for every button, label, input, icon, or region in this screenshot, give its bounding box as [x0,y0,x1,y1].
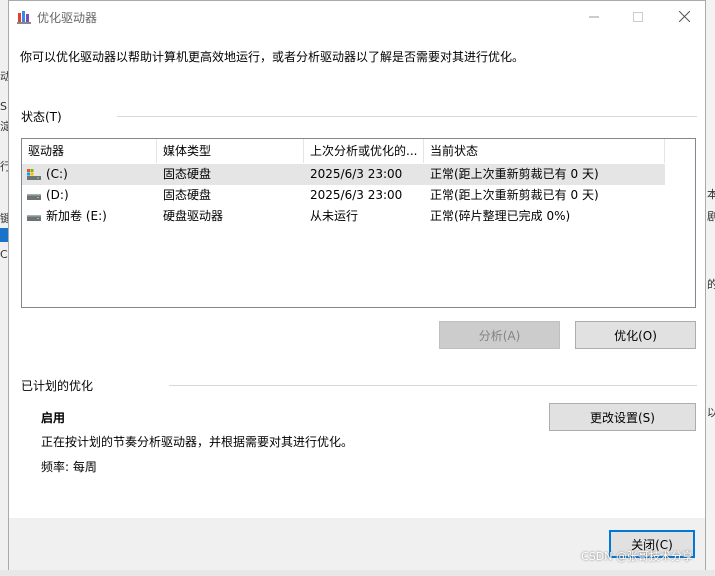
media-type: 硬盘驱动器 [163,209,224,223]
scheduled-section-label: 已计划的优化 [21,379,94,393]
close-icon [678,11,690,22]
schedule-info-text: 正在按计划的节奏分析驱动器，并根据需要对其进行优化。 [41,435,354,449]
media-type: 固态硬盘 [163,188,212,202]
change-settings-button[interactable]: 更改设置(S) [549,403,696,431]
title-bar[interactable]: 优化驱动器 [9,1,705,32]
window-title: 优化驱动器 [37,11,98,25]
table-row[interactable]: (C:) 固态硬盘 2025/6/3 23:00 正常(距上次重新剪裁已有 0 … [22,164,665,185]
background-text: S [0,100,7,113]
dialog-footer: 关闭(C) CSDN @张哥技术分享 [9,518,705,570]
scheduled-divider [169,385,697,386]
drive-name: (C:) [46,167,68,181]
close-window-button[interactable] [661,1,707,32]
description-text: 你可以优化驱动器以帮助计算机更高效地运行，或者分析驱动器以了解是否需要对其进行优… [20,50,525,64]
last-run: 2025/6/3 23:00 [310,188,403,202]
status-section-label: 状态(T) [21,110,62,124]
optimize-button[interactable]: 优化(O) [575,321,696,349]
background-highlight [0,228,8,242]
background-text: 本 [707,188,715,201]
current-status: 正常(距上次重新剪裁已有 0 天) [430,167,599,181]
background-window-left: 动 S 淀 行 键 C [0,0,11,576]
background-text: C [0,248,8,261]
background-strip [0,570,715,576]
minimize-button[interactable] [571,1,617,32]
column-header-current-status[interactable]: 当前状态 [424,139,665,163]
current-status: 正常(碎片整理已完成 0%) [430,209,571,223]
system-drive-icon [27,169,41,180]
table-row[interactable]: (D:) 固态硬盘 2025/6/3 23:00 正常(距上次重新剪裁已有 0 … [22,185,665,206]
drive-icon [27,194,41,200]
maximize-icon [633,11,643,22]
watermark-text: CSDN @张哥技术分享 [581,550,693,563]
optimize-drives-window: 优化驱动器 你可以优化驱动器以帮助计算机更高效地运行，或者分析驱动器以了解是否需… [8,0,706,570]
column-header-last-run[interactable]: 上次分析或优化的... [304,139,424,163]
media-type: 固态硬盘 [163,167,212,181]
column-header-drive[interactable]: 驱动器 [22,139,157,163]
minimize-icon [589,16,599,17]
schedule-enabled-label: 启用 [41,411,66,425]
last-run: 2025/6/3 23:00 [310,167,403,181]
background-text: 剧 [707,210,715,223]
background-text: 的 [707,278,715,291]
table-row[interactable]: 新加卷 (E:) 硬盘驱动器 从未运行 正常(碎片整理已完成 0%) [22,206,665,227]
schedule-frequency-text: 频率: 每周 [41,460,97,474]
drive-icon [27,215,41,221]
status-divider [117,116,697,117]
list-header: 驱动器 媒体类型 上次分析或优化的... 当前状态 [22,139,695,163]
maximize-button[interactable] [615,1,661,32]
column-header-media-type[interactable]: 媒体类型 [157,139,304,163]
current-status: 正常(距上次重新剪裁已有 0 天) [430,188,599,202]
background-window-right: 本 剧 的 以 [706,0,715,576]
drives-list[interactable]: 驱动器 媒体类型 上次分析或优化的... 当前状态 (C:) 固态硬盘 2025… [21,138,696,308]
defrag-app-icon [17,11,31,24]
last-run: 从未运行 [310,209,359,223]
dialog-content: 你可以优化驱动器以帮助计算机更高效地运行，或者分析驱动器以了解是否需要对其进行优… [9,32,705,518]
background-text: 以 [707,406,715,419]
drive-name: 新加卷 (E:) [46,209,107,223]
drive-name: (D:) [46,188,69,202]
analyze-button[interactable]: 分析(A) [439,321,560,349]
